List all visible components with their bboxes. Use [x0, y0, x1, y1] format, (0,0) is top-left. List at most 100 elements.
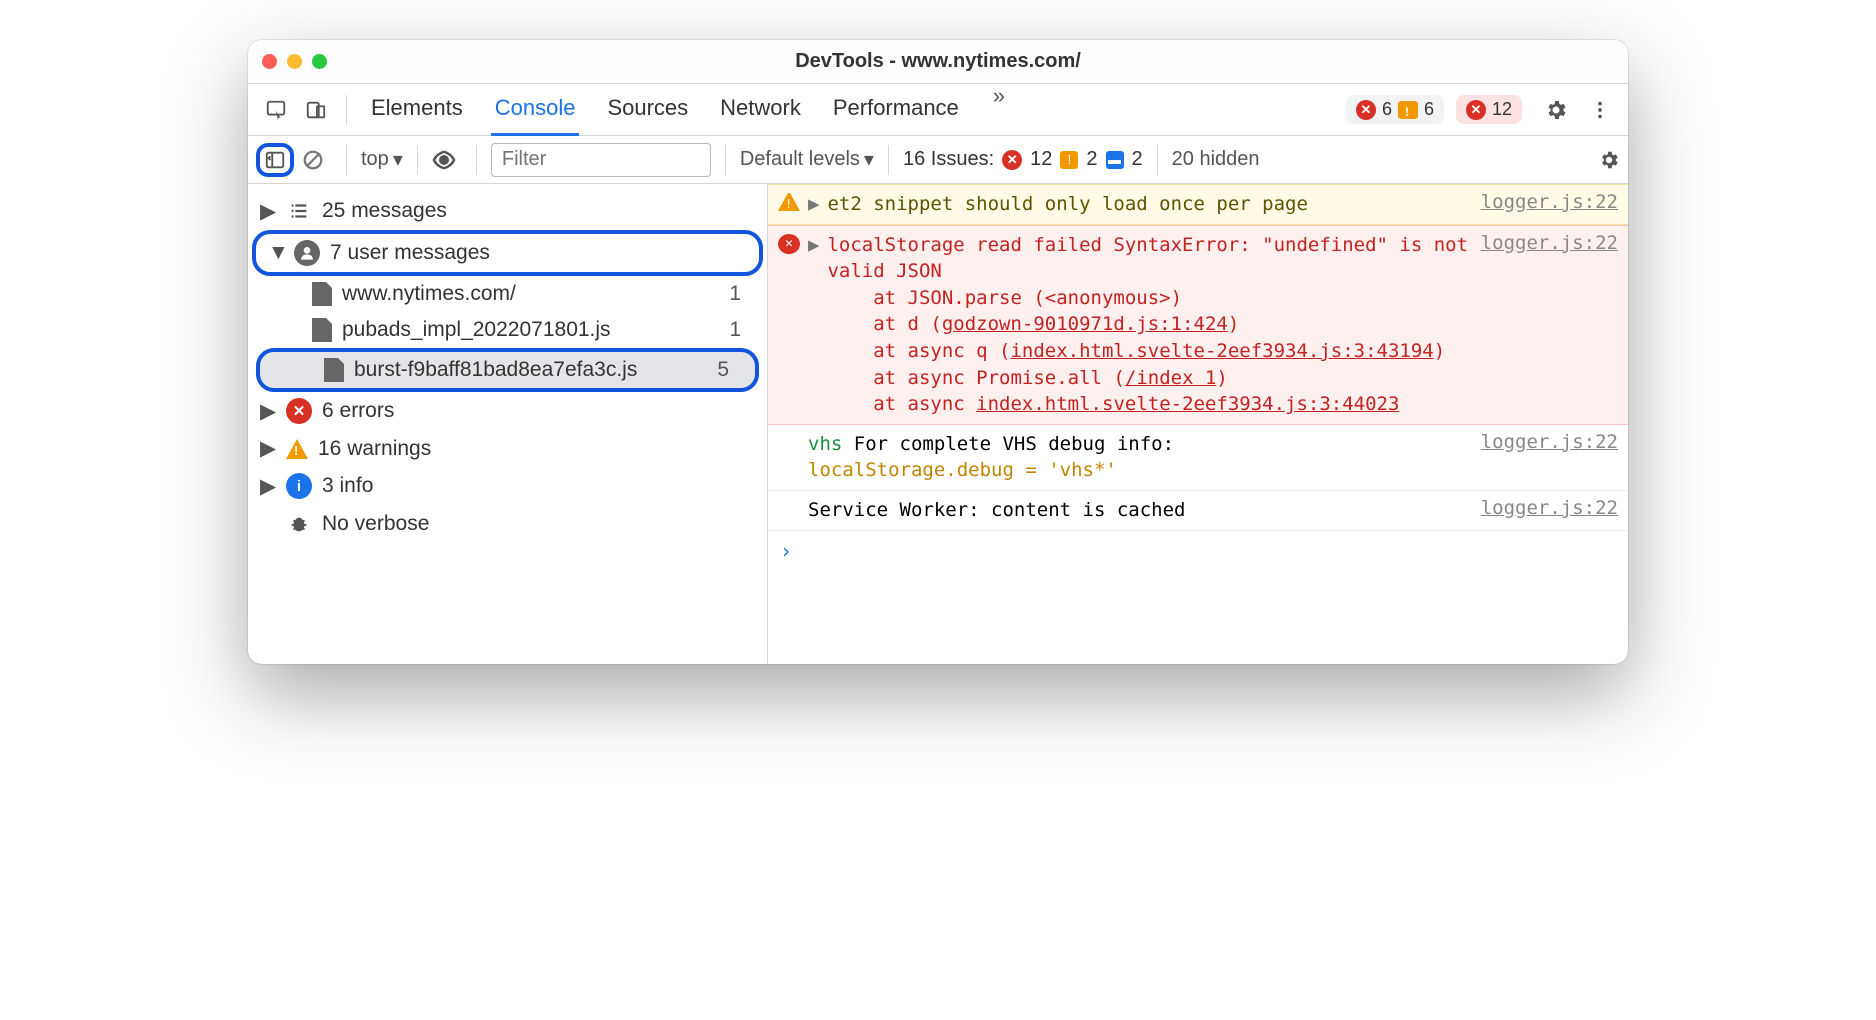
error-icon: ✕	[1356, 100, 1376, 120]
inspect-element-icon[interactable]	[256, 90, 296, 130]
sidebar-label: 25 messages	[322, 199, 447, 223]
tab-performance[interactable]: Performance	[829, 83, 963, 136]
warning-icon	[778, 193, 800, 211]
warning-icon: !	[286, 439, 308, 459]
issues-label: 16 Issues:	[903, 148, 994, 171]
stack-link[interactable]: /index 1	[1125, 367, 1217, 389]
error-icon: ✕	[286, 398, 312, 424]
improvement-icon: ▬	[1106, 151, 1124, 169]
hidden-count[interactable]: 20 hidden	[1172, 148, 1260, 171]
file-icon	[324, 358, 344, 382]
sidebar-label: 6 errors	[322, 399, 394, 423]
titlebar: DevTools - www.nytimes.com/	[248, 40, 1628, 84]
sidebar-label: 7 user messages	[330, 241, 490, 265]
expand-icon: ▶	[260, 436, 276, 461]
console-body: ▶ 25 messages ▼ 7 user messages www.nyti…	[248, 184, 1628, 664]
sidebar-row-errors[interactable]: ▶ ✕ 6 errors	[248, 392, 767, 430]
error-icon: ✕	[778, 234, 800, 254]
live-expression-icon[interactable]	[432, 148, 462, 172]
context-selector[interactable]: top▾	[361, 147, 403, 172]
error-icon: ✕	[1466, 100, 1486, 120]
file-icon	[312, 318, 332, 342]
warning-count: 6	[1424, 99, 1434, 120]
list-icon	[286, 198, 312, 224]
tab-elements[interactable]: Elements	[367, 83, 467, 136]
error-icon: ✕	[1002, 150, 1022, 170]
stack-link[interactable]: index.html.svelte-2eef3934.js:3:43194	[1010, 340, 1433, 362]
ext-error-count: 12	[1492, 99, 1512, 120]
console-message-error[interactable]: ✕ ▶ localStorage read failed SyntaxError…	[768, 225, 1628, 425]
source-link[interactable]: logger.js:22	[1481, 497, 1618, 519]
file-name: burst-f9baff81bad8ea7efa3c.js	[354, 358, 637, 382]
sidebar-row-warnings[interactable]: ▶ ! 16 warnings	[248, 430, 767, 467]
expand-icon: ▶	[808, 234, 819, 256]
sidebar-file-item[interactable]: pubads_impl_2022071801.js 1	[248, 312, 767, 348]
divider	[346, 145, 347, 175]
divider	[346, 95, 347, 125]
more-tabs-button[interactable]: »	[987, 83, 1011, 136]
stack-link[interactable]: index.html.svelte-2eef3934.js:3:44023	[976, 393, 1399, 415]
expand-icon: ▶	[260, 474, 276, 499]
sidebar-file-item[interactable]: www.nytimes.com/ 1	[248, 276, 767, 312]
sidebar-row-messages[interactable]: ▶ 25 messages	[248, 192, 767, 230]
divider	[476, 145, 477, 175]
bug-icon	[286, 511, 312, 537]
sidebar-file-item[interactable]: burst-f9baff81bad8ea7efa3c.js 5	[256, 348, 759, 392]
message-text: localStorage read failed SyntaxError: "u…	[827, 232, 1472, 418]
sidebar-label: 16 warnings	[318, 437, 431, 461]
console-messages: ▶ et2 snippet should only load once per …	[768, 184, 1628, 664]
stack-link[interactable]: godzown-9010971d.js:1:424	[942, 313, 1228, 335]
file-count: 1	[729, 282, 755, 306]
error-count: 6	[1382, 99, 1392, 120]
sidebar-row-verbose[interactable]: ▶ No verbose	[248, 505, 767, 543]
devtools-window: DevTools - www.nytimes.com/ Elements Con…	[248, 40, 1628, 664]
source-link[interactable]: logger.js:22	[1481, 431, 1618, 453]
file-count: 5	[717, 358, 743, 382]
console-message-warning[interactable]: ▶ et2 snippet should only load once per …	[768, 184, 1628, 225]
breaking-change-icon: !	[1060, 151, 1078, 169]
source-link[interactable]: logger.js:22	[1481, 191, 1618, 213]
divider	[417, 145, 418, 175]
collapse-icon: ▼	[268, 241, 284, 265]
console-message-log[interactable]: Service Worker: content is cached logger…	[768, 491, 1628, 531]
console-message-log[interactable]: vhs For complete VHS debug info: localSt…	[768, 425, 1628, 491]
window-title: DevTools - www.nytimes.com/	[248, 50, 1628, 73]
file-name: www.nytimes.com/	[342, 282, 516, 306]
sidebar-row-user-messages[interactable]: ▼ 7 user messages	[252, 230, 763, 276]
message-text: vhs For complete VHS debug info: localSt…	[808, 431, 1473, 484]
errors-warnings-badge[interactable]: ✕ 6 6	[1346, 95, 1444, 124]
file-icon	[312, 282, 332, 306]
issues-summary[interactable]: 16 Issues: ✕12 !2 ▬2	[903, 148, 1143, 171]
sidebar-label: No verbose	[322, 512, 429, 536]
tab-network[interactable]: Network	[716, 83, 805, 136]
expand-icon: ▶	[808, 193, 819, 215]
device-toolbar-icon[interactable]	[296, 90, 336, 130]
info-icon: i	[286, 473, 312, 499]
log-levels-dropdown[interactable]: Default levels▾	[740, 147, 874, 172]
source-link[interactable]: logger.js:22	[1481, 232, 1618, 254]
console-prompt[interactable]: ›	[768, 531, 1628, 571]
expand-icon: ▶	[260, 199, 276, 224]
warning-icon	[1398, 101, 1418, 119]
expand-icon: ▶	[260, 399, 276, 424]
divider	[888, 145, 889, 175]
console-toolbar: top▾ Default levels▾ 16 Issues: ✕12 !2 ▬…	[248, 136, 1628, 184]
file-count: 1	[729, 318, 755, 342]
extension-errors-badge[interactable]: ✕ 12	[1456, 95, 1522, 124]
sidebar-label: 3 info	[322, 474, 373, 498]
divider	[725, 145, 726, 175]
tab-sources[interactable]: Sources	[603, 83, 692, 136]
settings-icon[interactable]	[1536, 90, 1576, 130]
filter-input[interactable]	[491, 143, 711, 177]
sidebar-row-info[interactable]: ▶ i 3 info	[248, 467, 767, 505]
clear-console-icon[interactable]	[302, 149, 332, 171]
message-text: et2 snippet should only load once per pa…	[827, 191, 1472, 218]
user-icon	[294, 240, 320, 266]
tab-console[interactable]: Console	[491, 83, 580, 136]
toggle-sidebar-button[interactable]	[256, 143, 294, 177]
kebab-menu-icon[interactable]	[1580, 90, 1620, 130]
main-tabs: Elements Console Sources Network Perform…	[367, 83, 1011, 136]
console-sidebar: ▶ 25 messages ▼ 7 user messages www.nyti…	[248, 184, 768, 664]
console-settings-icon[interactable]	[1598, 149, 1620, 171]
main-tabs-bar: Elements Console Sources Network Perform…	[248, 84, 1628, 136]
